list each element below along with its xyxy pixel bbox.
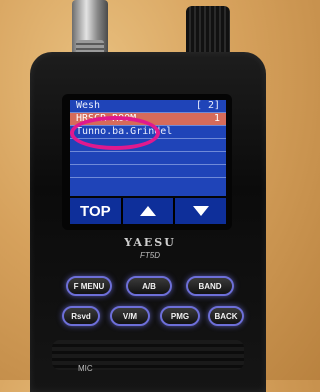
- rec-button[interactable]: Rsvd: [62, 306, 100, 326]
- lcd-row-count: [ 2]: [195, 100, 220, 111]
- arrow-down-icon: [192, 206, 209, 216]
- scroll-up-softkey[interactable]: [120, 198, 174, 224]
- ab-label: A/B: [142, 281, 156, 291]
- arrow-up-icon: [140, 206, 156, 216]
- vm-label: V/M: [122, 311, 138, 321]
- lcd-row-text: Tunno.ba.Grindel: [76, 126, 173, 137]
- lcd-row[interactable]: Wesh [ 2]: [70, 100, 226, 113]
- back-label: BACK: [214, 311, 238, 321]
- mic-label: MIC: [78, 364, 93, 373]
- lcd-row[interactable]: [70, 139, 226, 152]
- vm-button[interactable]: V/M: [110, 306, 150, 326]
- f-menu-button[interactable]: F MENU: [66, 276, 112, 296]
- model-label: FT5D: [140, 251, 160, 260]
- lcd-row[interactable]: Tunno.ba.Grindel: [70, 126, 226, 139]
- lcd-row-selected[interactable]: HRSCR-ROOM 1: [70, 113, 226, 126]
- lcd-row-count: 1: [213, 113, 220, 124]
- top-softkey[interactable]: TOP: [70, 198, 121, 224]
- band-button[interactable]: BAND: [186, 276, 234, 296]
- lcd-row-text: Wesh: [76, 100, 101, 111]
- pmg-button[interactable]: PMG: [160, 306, 200, 326]
- lcd-row[interactable]: [70, 152, 226, 165]
- lcd-row-text: HRSCR-ROOM: [76, 113, 137, 124]
- f-menu-label: F MENU: [73, 281, 105, 291]
- top-softkey-label: TOP: [80, 202, 111, 220]
- ab-button[interactable]: A/B: [126, 276, 172, 296]
- lcd-row[interactable]: [70, 165, 226, 178]
- brand-logo: YAESU: [124, 236, 176, 249]
- lcd-screen: Wesh [ 2] HRSCR-ROOM 1 Tunno.ba.Grindel: [70, 100, 226, 196]
- rec-label: Rsvd: [71, 311, 91, 321]
- softkey-bar: TOP: [70, 198, 226, 224]
- pmg-label: PMG: [170, 311, 190, 321]
- scroll-down-softkey[interactable]: [173, 198, 226, 224]
- back-button[interactable]: BACK: [208, 306, 244, 326]
- band-label: BAND: [198, 281, 222, 291]
